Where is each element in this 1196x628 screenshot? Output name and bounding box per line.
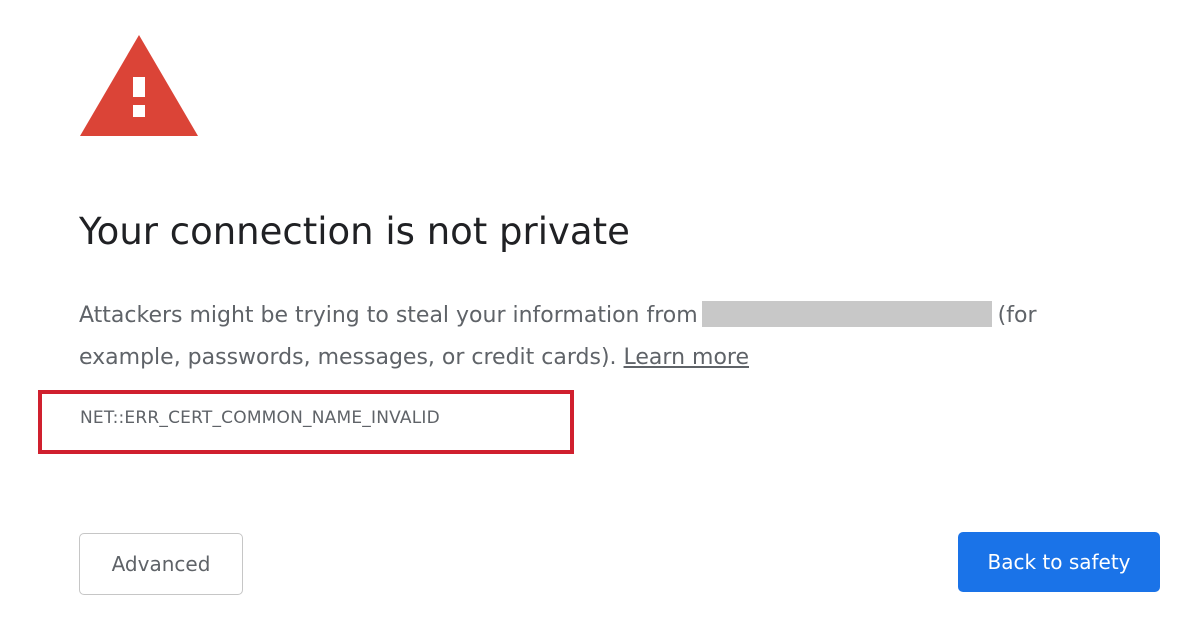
- redacted-domain: [701, 301, 992, 327]
- description-text-before: Attackers might be trying to steal your …: [79, 303, 698, 328]
- error-code: NET::ERR_CERT_COMMON_NAME_INVALID: [80, 408, 440, 428]
- ssl-error-page: Your connection is not private Attackers…: [0, 0, 1196, 628]
- back-to-safety-button[interactable]: Back to safety: [958, 532, 1160, 592]
- page-title: Your connection is not private: [79, 210, 630, 253]
- advanced-button[interactable]: Advanced: [79, 533, 243, 595]
- warning-triangle-icon: [80, 35, 198, 136]
- error-description: Attackers might be trying to steal your …: [79, 295, 1119, 379]
- learn-more-link[interactable]: Learn more: [624, 345, 749, 370]
